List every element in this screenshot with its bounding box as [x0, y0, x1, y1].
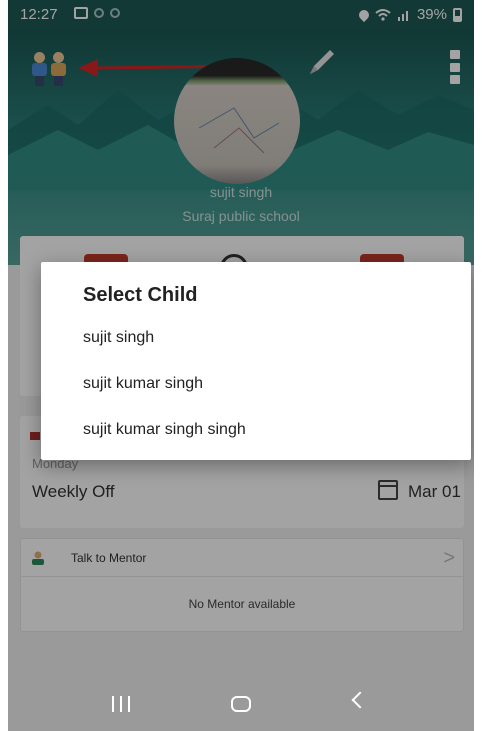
child-option[interactable]: sujit singh — [83, 320, 443, 356]
dialog-title: Select Child — [83, 284, 198, 306]
select-child-dialog: Select Child sujit singh sujit kumar sin… — [41, 262, 471, 460]
home-button[interactable] — [231, 696, 251, 712]
back-button[interactable] — [351, 691, 369, 709]
child-option[interactable]: sujit kumar singh singh — [83, 412, 443, 448]
app-screen: 12:27 39% sujit singh Suraj public schoo… — [8, 0, 474, 731]
recents-button[interactable] — [112, 696, 130, 712]
system-nav-bar — [8, 680, 474, 731]
child-option[interactable]: sujit kumar singh — [83, 366, 443, 402]
